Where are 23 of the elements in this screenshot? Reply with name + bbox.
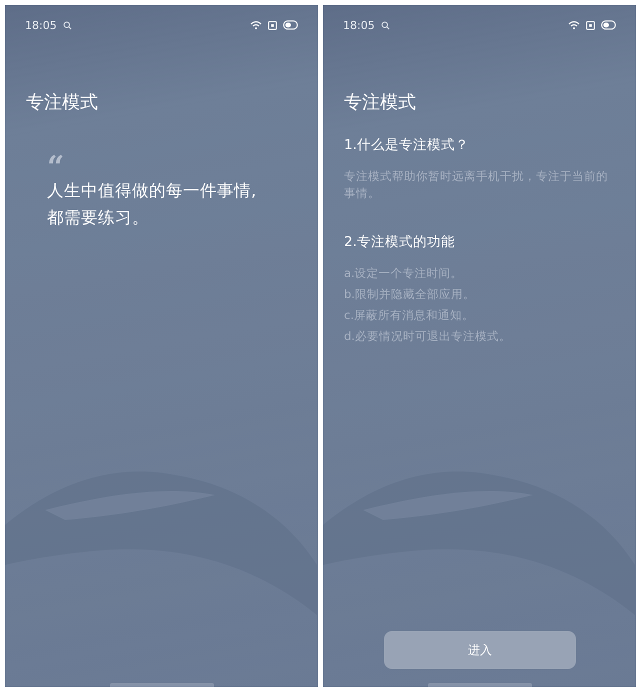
body-text: b.限制并隐藏全部应用。: [344, 286, 475, 303]
body-text: a.设定一个专注时间。: [344, 265, 463, 282]
status-time: 18:05: [25, 18, 57, 32]
sim-icon: [586, 20, 595, 30]
quote-mark: “: [47, 155, 64, 177]
section-heading: 1.什么是专注模式？: [344, 136, 469, 155]
body-text: c.屏蔽所有消息和通知。: [344, 307, 474, 324]
status-time: 18:05: [343, 18, 375, 32]
page-title: 专注模式: [26, 91, 98, 115]
battery-icon: [601, 20, 616, 30]
page-title: 专注模式: [344, 91, 416, 115]
body-text: 专注模式帮助你暂时远离手机干扰，专注于当前的事情。: [344, 168, 609, 202]
quote-text: 都需要练习。: [47, 207, 149, 229]
quote-text: 人生中值得做的每一件事情,: [47, 180, 256, 202]
section-heading: 2.专注模式的功能: [344, 233, 455, 252]
search-icon: [62, 20, 72, 30]
battery-icon: [283, 20, 298, 30]
wifi-icon: [250, 20, 262, 30]
search-icon: [380, 20, 390, 30]
wifi-icon: [568, 20, 580, 30]
sim-icon: [268, 20, 277, 30]
body-text: d.必要情况时可退出专注模式。: [344, 328, 511, 345]
enter-button[interactable]: 进入: [384, 631, 576, 669]
